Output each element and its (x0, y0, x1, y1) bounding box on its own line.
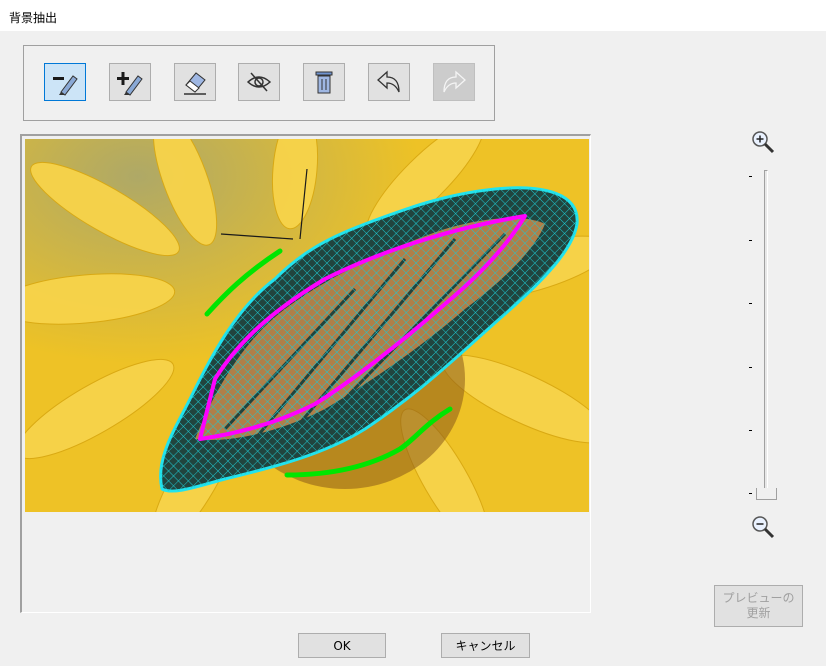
eraser-icon (184, 72, 206, 95)
zoom-tick (749, 240, 752, 241)
plus-pen-button[interactable] (109, 63, 151, 101)
zoom-tick (749, 176, 752, 177)
zoom-tick (749, 430, 752, 431)
hide-button[interactable] (238, 63, 280, 101)
zoom-slider-track[interactable] (764, 170, 768, 496)
preview-label-line1: プレビューの (722, 591, 795, 605)
image-canvas[interactable] (20, 134, 591, 613)
trash-icon (315, 71, 333, 94)
window-title: 背景抽出 (9, 11, 58, 25)
toolbar (23, 45, 495, 121)
title-bar: 背景抽出 (0, 0, 826, 31)
minus-pen-button[interactable] (44, 63, 86, 101)
zoom-tick (749, 367, 752, 368)
eraser-button[interactable] (174, 63, 216, 101)
zoom-tick (749, 303, 752, 304)
update-preview-button[interactable]: プレビューの 更新 (714, 585, 803, 627)
zoom-slider-thumb[interactable] (756, 488, 777, 500)
clear-button[interactable] (303, 63, 345, 101)
preview-label-line2: 更新 (746, 606, 771, 620)
undo-button[interactable] (368, 63, 410, 101)
redo-button[interactable] (433, 63, 475, 101)
undo-icon (377, 70, 400, 93)
plus-pen-icon (117, 72, 143, 96)
eye-slash-icon (246, 72, 272, 92)
butterfly-photo[interactable] (25, 139, 589, 512)
redo-icon (443, 70, 466, 93)
minus-pen-icon (53, 75, 78, 96)
ok-button[interactable]: OK (298, 633, 386, 658)
zoom-tick (749, 493, 752, 494)
cancel-button[interactable]: キャンセル (441, 633, 530, 658)
zoom-in-icon[interactable] (750, 129, 776, 155)
zoom-out-icon[interactable] (750, 514, 776, 540)
